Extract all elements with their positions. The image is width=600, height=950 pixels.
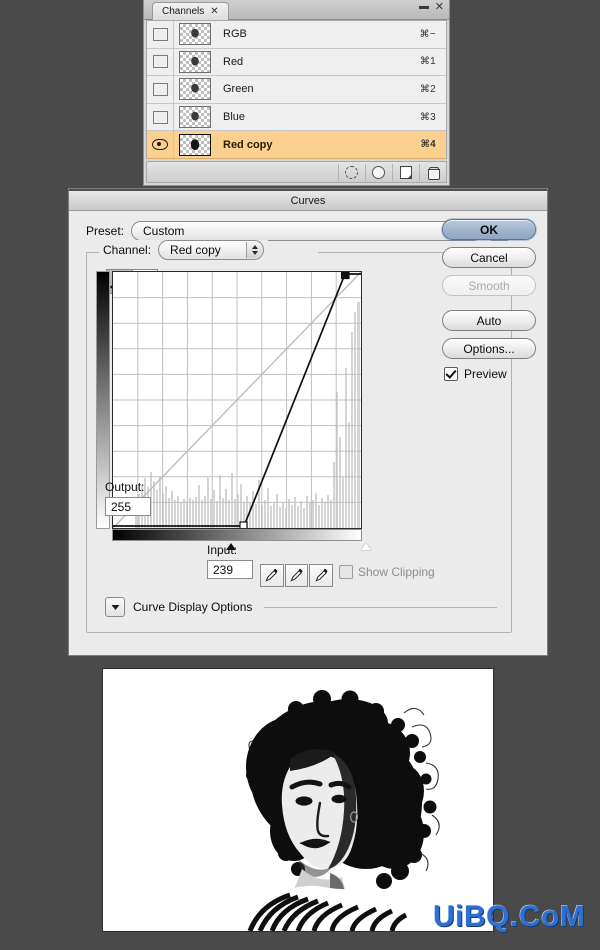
channel-label: Channel: — [103, 243, 152, 257]
preset-dropdown[interactable]: Custom — [131, 221, 484, 241]
tab-channels[interactable]: Channels ✕ — [152, 2, 229, 20]
histogram — [135, 302, 360, 528]
channel-row-rgb[interactable]: RGB ⌘~ — [147, 21, 446, 49]
white-point-slider[interactable] — [361, 543, 371, 550]
channel-row-blue[interactable]: Blue ⌘3 — [147, 103, 446, 132]
channel-thumbnail — [179, 78, 211, 101]
gray-point-eyedropper-icon[interactable] — [284, 564, 309, 587]
channel-name: Green — [223, 83, 254, 96]
output-label: Output: — [105, 480, 145, 494]
curve-point-selected — [340, 272, 350, 280]
checkbox-icon — [339, 565, 353, 579]
preview-label: Preview — [464, 367, 507, 381]
portrait-photo — [198, 683, 448, 931]
save-selection-as-channel-icon[interactable] — [365, 163, 391, 181]
channel-name: RGB — [223, 28, 247, 41]
black-point-eyedropper-icon[interactable] — [260, 564, 284, 587]
visibility-toggle[interactable] — [147, 48, 174, 76]
channels-panel: Channels ✕ ▬ ✕ RGB ⌘~ Red ⌘1 Green ⌘2 Bl… — [143, 0, 450, 186]
new-channel-icon[interactable] — [392, 163, 418, 181]
output-field[interactable]: 255 — [105, 497, 151, 516]
visibility-toggle[interactable] — [147, 21, 174, 48]
channel-shortcut: ⌘~ — [419, 28, 436, 40]
channel-row-red-copy[interactable]: Red copy ⌘4 — [147, 131, 446, 159]
visibility-toggle[interactable] — [147, 103, 174, 131]
dialog-title: Curves — [290, 194, 326, 207]
curves-titlebar[interactable]: Curves — [69, 189, 547, 211]
channel-row-green[interactable]: Green ⌘2 — [147, 76, 446, 104]
preset-value: Custom — [143, 224, 185, 238]
ok-button[interactable]: OK — [442, 219, 536, 240]
watermark: UiBQ.CoM — [433, 900, 586, 933]
channel-shortcut: ⌘1 — [419, 56, 436, 68]
eyedropper-group — [260, 564, 334, 587]
curve-display-options-label: Curve Display Options — [133, 600, 253, 614]
channel-shortcut: ⌘3 — [419, 111, 436, 123]
channel-name: Red — [223, 55, 244, 68]
channel-thumbnail — [179, 106, 211, 129]
channel-thumbnail — [179, 50, 211, 73]
channel-name: Red copy — [223, 138, 273, 151]
checkbox-checked-icon — [444, 367, 458, 381]
tab-channels-label: Channels — [162, 6, 205, 17]
minimize-icon[interactable]: ▬ — [419, 2, 429, 12]
channel-thumbnail — [179, 23, 211, 46]
preview-checkbox[interactable]: Preview — [444, 367, 536, 381]
auto-button[interactable]: Auto — [442, 310, 536, 331]
close-icon[interactable]: ✕ — [435, 2, 444, 13]
chevron-down-icon[interactable] — [105, 597, 125, 617]
channel-shortcut: ⌘2 — [419, 83, 436, 95]
channel-row-red[interactable]: Red ⌘1 — [147, 48, 446, 77]
cancel-button[interactable]: Cancel — [442, 247, 536, 268]
channels-footer — [146, 161, 447, 183]
channels-list: RGB ⌘~ Red ⌘1 Green ⌘2 Blue ⌘3 Red copy … — [146, 20, 447, 159]
curve-point-low — [239, 521, 248, 528]
visibility-toggle[interactable] — [147, 76, 174, 103]
output-block: Output: 255 — [105, 480, 151, 516]
channels-titlebar: Channels ✕ ▬ ✕ — [144, 0, 449, 34]
chevron-updown-icon — [246, 242, 263, 258]
preset-label: Preset: — [86, 224, 125, 238]
image-canvas — [102, 668, 494, 932]
input-label: Input: — [207, 543, 238, 557]
channel-thumbnail — [179, 133, 211, 156]
show-clipping-label: Show Clipping — [358, 565, 435, 579]
curves-dialog: Curves Preset: Custom Channel: Red copy — [68, 188, 548, 656]
input-block: Input: 239 — [207, 543, 253, 579]
channel-selector-row: Channel: Red copy — [99, 240, 269, 260]
channel-name: Blue — [223, 111, 246, 124]
visibility-toggle[interactable] — [147, 131, 174, 158]
channel-shortcut: ⌘4 — [420, 139, 436, 151]
options-button[interactable]: Options... — [442, 338, 536, 359]
load-channel-as-selection-icon[interactable] — [338, 163, 364, 181]
channel-dropdown[interactable]: Red copy — [158, 240, 265, 260]
white-point-eyedropper-icon[interactable] — [309, 564, 334, 587]
delete-channel-icon[interactable] — [419, 163, 445, 181]
input-field[interactable]: 239 — [207, 560, 253, 579]
dialog-buttons: OK Cancel Smooth Auto Options... Preview — [442, 219, 536, 381]
channel-value: Red copy — [170, 243, 221, 257]
curve-display-options-row[interactable]: Curve Display Options — [105, 597, 497, 617]
divider — [264, 606, 497, 608]
horizontal-gradient-bar — [112, 529, 362, 541]
close-x-icon[interactable]: ✕ — [210, 6, 218, 17]
smooth-button: Smooth — [442, 275, 536, 296]
show-clipping-checkbox[interactable]: Show Clipping — [339, 565, 435, 579]
